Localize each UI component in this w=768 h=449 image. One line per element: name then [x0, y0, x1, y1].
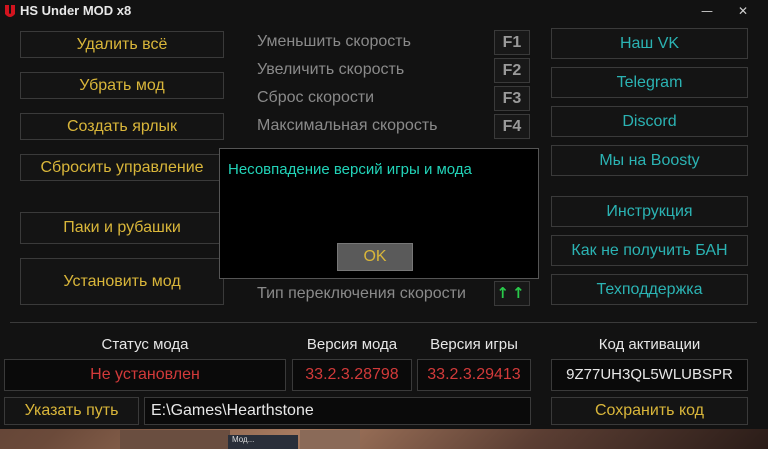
hotkey-f1[interactable]: F1	[494, 30, 530, 55]
delete-all-button[interactable]: Удалить всё	[20, 31, 224, 58]
boosty-link-button[interactable]: Мы на Boosty	[551, 145, 748, 176]
activation-code-input[interactable]: 9Z77UH3QL5WLUBSPR	[551, 359, 748, 391]
mod-status-value: Не установлен	[4, 359, 286, 391]
hotkey-label-max-speed: Максимальная скорость	[257, 117, 438, 134]
hotkey-f3[interactable]: F3	[494, 86, 530, 111]
hotkey-label-decrease-speed: Уменьшить скорость	[257, 33, 411, 50]
app-window: HS Under MOD x8 — ✕ Удалить всё Убрать м…	[0, 0, 768, 429]
select-path-button[interactable]: Указать путь	[4, 397, 139, 425]
minimize-button[interactable]: —	[694, 1, 720, 21]
dialog-message: Несовпадение версий игры и мода	[228, 161, 472, 178]
save-code-button[interactable]: Сохранить код	[551, 397, 748, 425]
hotkey-f2[interactable]: F2	[494, 58, 530, 83]
instructions-button[interactable]: Инструкция	[551, 196, 748, 227]
app-logo-icon	[5, 5, 15, 17]
window-title: HS Under MOD x8	[20, 3, 132, 18]
close-button[interactable]: ✕	[730, 1, 756, 21]
game-path-input[interactable]: E:\Games\Hearthstone	[144, 397, 531, 425]
support-button[interactable]: Техподдержка	[551, 274, 748, 305]
section-divider	[10, 322, 757, 323]
avoid-ban-button[interactable]: Как не получить БАН	[551, 235, 748, 266]
reset-controls-button[interactable]: Сбросить управление	[20, 154, 224, 181]
speed-switch-type-toggle[interactable]: ↑↑	[494, 281, 530, 306]
install-mod-button[interactable]: Установить мод	[20, 258, 224, 305]
game-version-value: 33.2.3.29413	[417, 359, 531, 391]
remove-mod-button[interactable]: Убрать мод	[20, 72, 224, 99]
mod-status-header: Статус мода	[101, 336, 189, 353]
hotkey-label-increase-speed: Увеличить скорость	[257, 61, 405, 78]
create-shortcut-button[interactable]: Создать ярлык	[20, 113, 224, 140]
telegram-link-button[interactable]: Telegram	[551, 67, 748, 98]
dialog-ok-button[interactable]: OK	[337, 243, 413, 271]
activation-code-header: Код активации	[598, 336, 701, 353]
taskbar-thumbnail-label: Мод...	[232, 435, 255, 444]
mod-version-value: 33.2.3.28798	[292, 359, 412, 391]
packs-and-cardbacks-button[interactable]: Паки и рубашки	[20, 212, 224, 244]
taskbar-thumbnail[interactable]: Мод...	[228, 435, 298, 449]
hotkey-label-reset-speed: Сброс скорости	[257, 89, 375, 106]
hotkey-f4[interactable]: F4	[494, 114, 530, 139]
vk-link-button[interactable]: Наш VK	[551, 28, 748, 59]
title-bar[interactable]: HS Under MOD x8 — ✕	[0, 0, 768, 22]
background-thumbnail	[300, 430, 360, 449]
speed-switch-type-label: Тип переключения скорости	[257, 285, 466, 302]
game-version-header: Версия игры	[430, 336, 518, 353]
discord-link-button[interactable]: Discord	[551, 106, 748, 137]
mod-version-header: Версия мода	[306, 336, 398, 353]
background-thumbnail	[120, 430, 230, 449]
version-mismatch-dialog: Несовпадение версий игры и мода OK	[219, 148, 539, 279]
